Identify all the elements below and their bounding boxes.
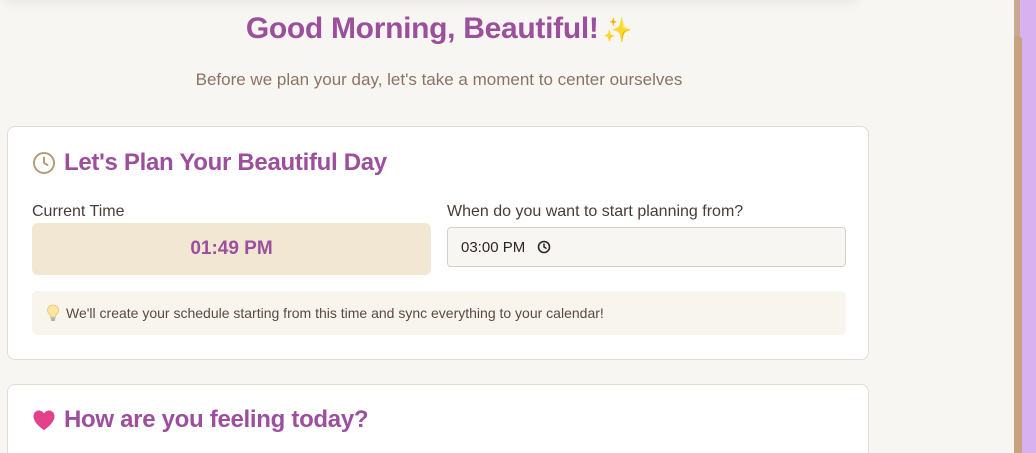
clock-icon[interactable] (537, 240, 551, 254)
plan-day-card: Let's Plan Your Beautiful Day Current Ti… (7, 126, 869, 360)
plan-card-title: Let's Plan Your Beautiful Day (32, 149, 387, 177)
sparkles-icon: ✨ (602, 16, 633, 44)
page-title: Good Morning, Beautiful! ✨ (0, 12, 878, 46)
plan-card-title-text: Let's Plan Your Beautiful Day (64, 149, 387, 176)
lightbulb-icon (46, 304, 60, 322)
schedule-tip: We'll create your schedule starting from… (32, 291, 846, 335)
page: Good Morning, Beautiful! ✨ Before we plan… (0, 0, 1036, 453)
scrollbar-thumb[interactable] (1014, 36, 1022, 453)
current-time-label: Current Time (32, 203, 125, 220)
heart-icon (32, 408, 56, 432)
side-panel-strip (1020, 0, 1036, 453)
page-subtitle: Before we plan your day, let's take a mo… (195, 70, 683, 89)
start-time-label: When do you want to start planning from? (447, 203, 744, 220)
feeling-card: How are you feeling today? (7, 384, 869, 453)
feeling-card-title: How are you feeling today? (32, 406, 369, 434)
feeling-card-title-text: How are you feeling today? (64, 406, 369, 433)
start-time-input[interactable]: 03:00 PM (447, 227, 846, 267)
greeting-text: Good Morning, Beautiful! (245, 12, 599, 45)
start-time-value: 03:00 PM (461, 238, 526, 256)
tip-text: We'll create your schedule starting from… (66, 305, 604, 321)
clock-icon (32, 151, 56, 175)
current-time-display: 01:49 PM (32, 223, 431, 275)
